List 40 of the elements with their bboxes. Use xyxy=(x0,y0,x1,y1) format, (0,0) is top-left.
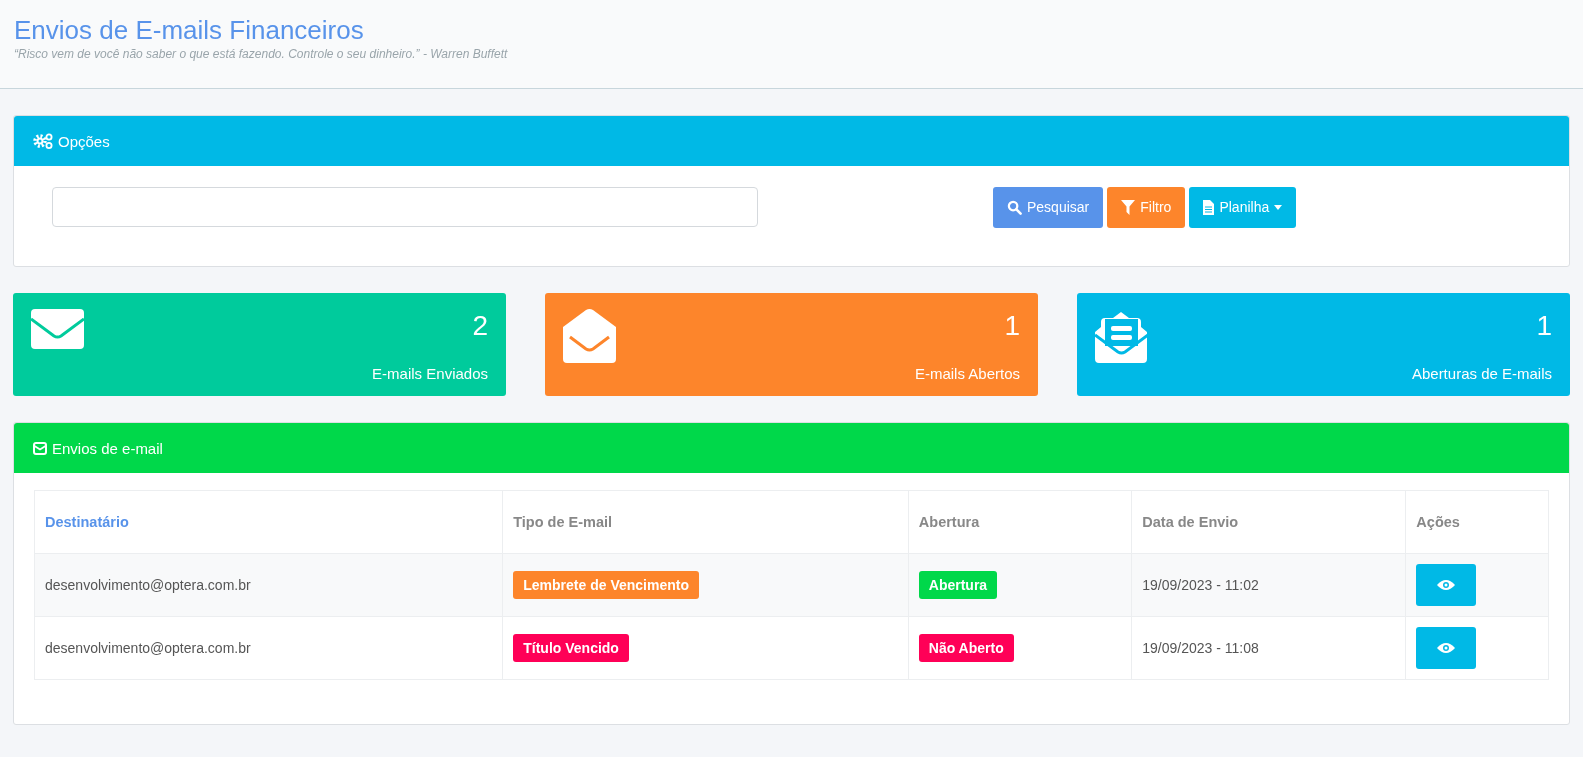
envelope-icon xyxy=(31,309,84,349)
column-header[interactable]: Tipo de E-mail xyxy=(502,490,909,554)
column-header[interactable]: Ações xyxy=(1405,490,1549,554)
eye-icon xyxy=(1437,642,1456,654)
stat-label: E-mails Abertos xyxy=(914,365,1020,382)
search-field[interactable] xyxy=(52,187,758,227)
page-title: Envios de E-mails Financeiros xyxy=(14,14,364,46)
caret-icon xyxy=(1274,204,1283,210)
column-header[interactable]: Data de Envio xyxy=(1131,490,1406,554)
email-type-tag: Título Vencido xyxy=(513,634,629,662)
stat-value: 1 xyxy=(1004,309,1020,343)
sheet-button[interactable]: Planilha xyxy=(1189,186,1297,228)
view-button[interactable] xyxy=(1416,564,1477,606)
open-envelope-icon xyxy=(563,309,616,363)
quote-text: “Risco vem de você não saber o que está fazendo. Controle o seu dinheiro.” - Warren Buffett xyxy=(14,47,509,61)
date-cell: 19/09/2023 - 11:02 xyxy=(1131,553,1406,617)
stat-label: E-mails Enviados xyxy=(372,365,488,382)
date-cell: 19/09/2023 - 11:08 xyxy=(1131,616,1406,680)
opening-status-tag: Não Aberto xyxy=(918,634,1014,662)
search-icon xyxy=(1007,199,1022,215)
column-header[interactable]: Abertura xyxy=(908,490,1132,554)
view-button[interactable] xyxy=(1416,627,1477,669)
recipient-cell: desenvolvimento@optera.com.br xyxy=(34,616,503,680)
funnel-icon xyxy=(1121,199,1136,215)
eye-icon xyxy=(1437,579,1456,591)
gears-icon xyxy=(33,133,53,149)
panel-title: Opções xyxy=(58,132,110,150)
document-icon xyxy=(1203,199,1215,215)
stat-value: 2 xyxy=(472,309,488,343)
envelope-icon xyxy=(33,441,47,455)
recipient-cell: desenvolvimento@optera.com.br xyxy=(34,553,503,617)
panel-title: Envios de e-mail xyxy=(52,439,163,457)
search-button[interactable]: Pesquisar xyxy=(993,186,1104,228)
filter-button[interactable]: Filtro xyxy=(1107,186,1186,228)
opening-status-tag: Abertura xyxy=(918,571,998,599)
stat-label: Aberturas de E-mails xyxy=(1411,365,1552,382)
envelope-letter-icon xyxy=(1095,309,1148,363)
email-type-tag: Lembrete de Vencimento xyxy=(513,571,699,599)
stat-value: 1 xyxy=(1536,309,1552,343)
column-header[interactable]: Destinatário xyxy=(34,490,503,554)
